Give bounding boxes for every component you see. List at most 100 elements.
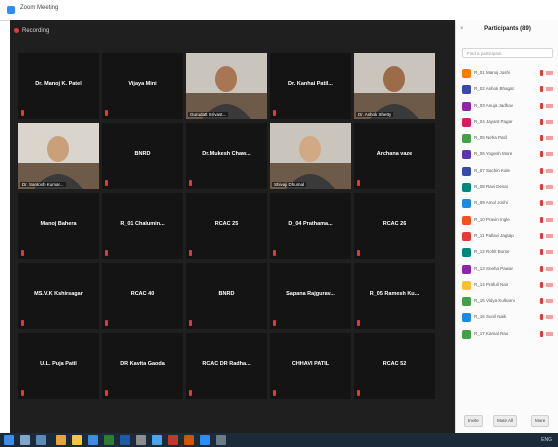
mic-muted-icon[interactable] [540,330,543,337]
excel-icon[interactable] [104,435,114,445]
mic-muted-icon[interactable] [540,135,543,142]
participant-status-icons [540,70,554,76]
participant-tile[interactable]: R_05 Ramesh Ku... [354,263,435,329]
camera-off-icon[interactable] [546,201,553,206]
mic-muted-icon[interactable] [540,151,543,158]
participant-tile[interactable]: U.L. Puja Patil [18,333,99,399]
camera-off-icon[interactable] [546,103,553,108]
mic-muted-icon[interactable] [540,249,543,256]
participant-tile[interactable]: Archana vaze [354,123,435,189]
recording-indicator[interactable]: Recording [14,28,49,34]
mic-muted-icon[interactable] [540,167,543,174]
participant-tile[interactable]: Dr. Santosh Kumar... [18,123,99,189]
mic-muted-icon[interactable] [540,298,543,305]
app2-icon[interactable] [216,435,226,445]
participant-tile[interactable]: RCAC 40 [102,263,183,329]
participant-tile[interactable]: CHHAVI PATIL [270,333,351,399]
media-icon[interactable] [168,435,178,445]
camera-off-icon[interactable] [546,282,553,287]
participant-row[interactable]: R_17 Kamal Rao [456,327,558,343]
participant-search-input[interactable]: Find a participant [462,48,553,58]
search-icon[interactable] [20,435,30,445]
camera-off-icon[interactable] [546,266,553,271]
mic-muted-icon[interactable] [540,216,543,223]
participant-row[interactable]: R_06 Yogesh More [456,147,558,163]
mute-all-button[interactable]: Mute All [493,415,518,427]
camera-off-icon[interactable] [546,233,553,238]
participant-tile[interactable]: RCAC DR Radha... [186,333,267,399]
participant-row[interactable]: R_08 Ravi Desai [456,180,558,196]
camera-off-icon[interactable] [546,168,553,173]
camera-off-icon[interactable] [546,185,553,190]
camera-off-icon[interactable] [546,217,553,222]
camera-off-icon[interactable] [546,152,553,157]
mic-muted-icon[interactable] [540,86,543,93]
participant-row[interactable]: R_04 Jayant Pagar [456,115,558,131]
participant-tile[interactable]: RCAC 25 [186,193,267,259]
participant-row[interactable]: R_14 Prafull Nair [456,278,558,294]
camera-off-icon[interactable] [546,119,553,124]
mic-muted-icon[interactable] [540,232,543,239]
participant-tile[interactable]: BNRD [186,263,267,329]
word-icon[interactable] [120,435,130,445]
participant-tile[interactable]: Dr.Mukesh Chaw... [186,123,267,189]
camera-off-icon[interactable] [546,87,553,92]
participant-row[interactable]: R_03 Anuja Jadhav [456,99,558,115]
participant-tile[interactable]: DR Kavita Gaoda [102,333,183,399]
mic-muted-icon[interactable] [540,102,543,109]
participant-tile[interactable]: R_01 Chalumin... [102,193,183,259]
participant-row[interactable]: R_11 Pallavi Jagtap [456,229,558,245]
folder-icon[interactable] [72,435,82,445]
browser-icon[interactable] [152,435,162,445]
task-view-icon[interactable] [36,435,46,445]
participant-row[interactable]: R_15 Vidya Kulkarni [456,294,558,310]
camera-off-icon[interactable] [546,250,553,255]
participant-row[interactable]: R_13 Sneha Pawar [456,262,558,278]
invite-button[interactable]: Invite [464,415,483,427]
app-icon[interactable] [136,435,146,445]
camera-off-icon[interactable] [546,71,553,75]
participant-tile[interactable]: Manoj Bahera [18,193,99,259]
participant-row[interactable]: R_16 Sunil Naik [456,310,558,326]
participant-row[interactable]: R_07 Sachin Kale [456,164,558,180]
participant-tile[interactable]: RCAC 26 [354,193,435,259]
mic-muted-icon[interactable] [540,200,543,207]
mic-muted-icon[interactable] [540,265,543,272]
chrome-icon[interactable] [88,435,98,445]
zoom-taskbar-icon[interactable] [200,435,210,445]
participant-tile[interactable]: BNRD [102,123,183,189]
camera-off-icon[interactable] [546,136,553,141]
participant-row[interactable]: R_12 Rohit Borse [456,245,558,261]
participant-tile[interactable]: Dr. Manoj K. Patel [18,53,99,119]
participant-tile[interactable]: RCAC 52 [354,333,435,399]
participant-row[interactable]: R_10 Pravin Ingle [456,213,558,229]
participant-tile[interactable]: Dr. Ashok Shetty [354,53,435,119]
participant-tile[interactable]: MS.V.K Kshirsagar [18,263,99,329]
start-icon[interactable] [4,435,14,445]
mic-muted-icon[interactable] [540,118,543,125]
more-button[interactable]: More [531,415,550,427]
participant-row[interactable]: R_02 Ashok Bhagat [456,82,558,98]
camera-off-icon[interactable] [546,315,553,320]
mic-muted-icon[interactable] [540,281,543,288]
participant-row[interactable]: R_05 Neha Patil [456,131,558,147]
participant-tile[interactable]: Sapana Rajgurav... [270,263,351,329]
mic-muted-icon[interactable] [540,314,543,321]
participant-tile[interactable]: D_04 Prathama... [270,193,351,259]
participant-tile[interactable]: Gurudatt Srivast... [186,53,267,119]
mic-muted-icon[interactable] [540,184,543,191]
participant-row[interactable]: R_09 Amol Joshi [456,196,558,212]
participant-tile[interactable]: Dr. Kanhai Patil... [270,53,351,119]
camera-off-icon[interactable] [546,331,553,336]
participant-tile[interactable]: Shivaji Dhumal [270,123,351,189]
participant-row[interactable]: R_01 Manoj Joshi [456,66,558,82]
participant-row-name: R_10 Pravin Ingle [474,216,510,222]
avatar [462,150,471,160]
participant-tile[interactable]: Vijaya Mini [102,53,183,119]
powerpoint-icon[interactable] [184,435,194,445]
participant-name: BNRD [134,151,151,157]
file-explorer-icon[interactable] [56,435,66,445]
camera-off-icon[interactable] [546,299,553,304]
mic-muted-icon[interactable] [540,70,543,76]
avatar [462,183,471,193]
